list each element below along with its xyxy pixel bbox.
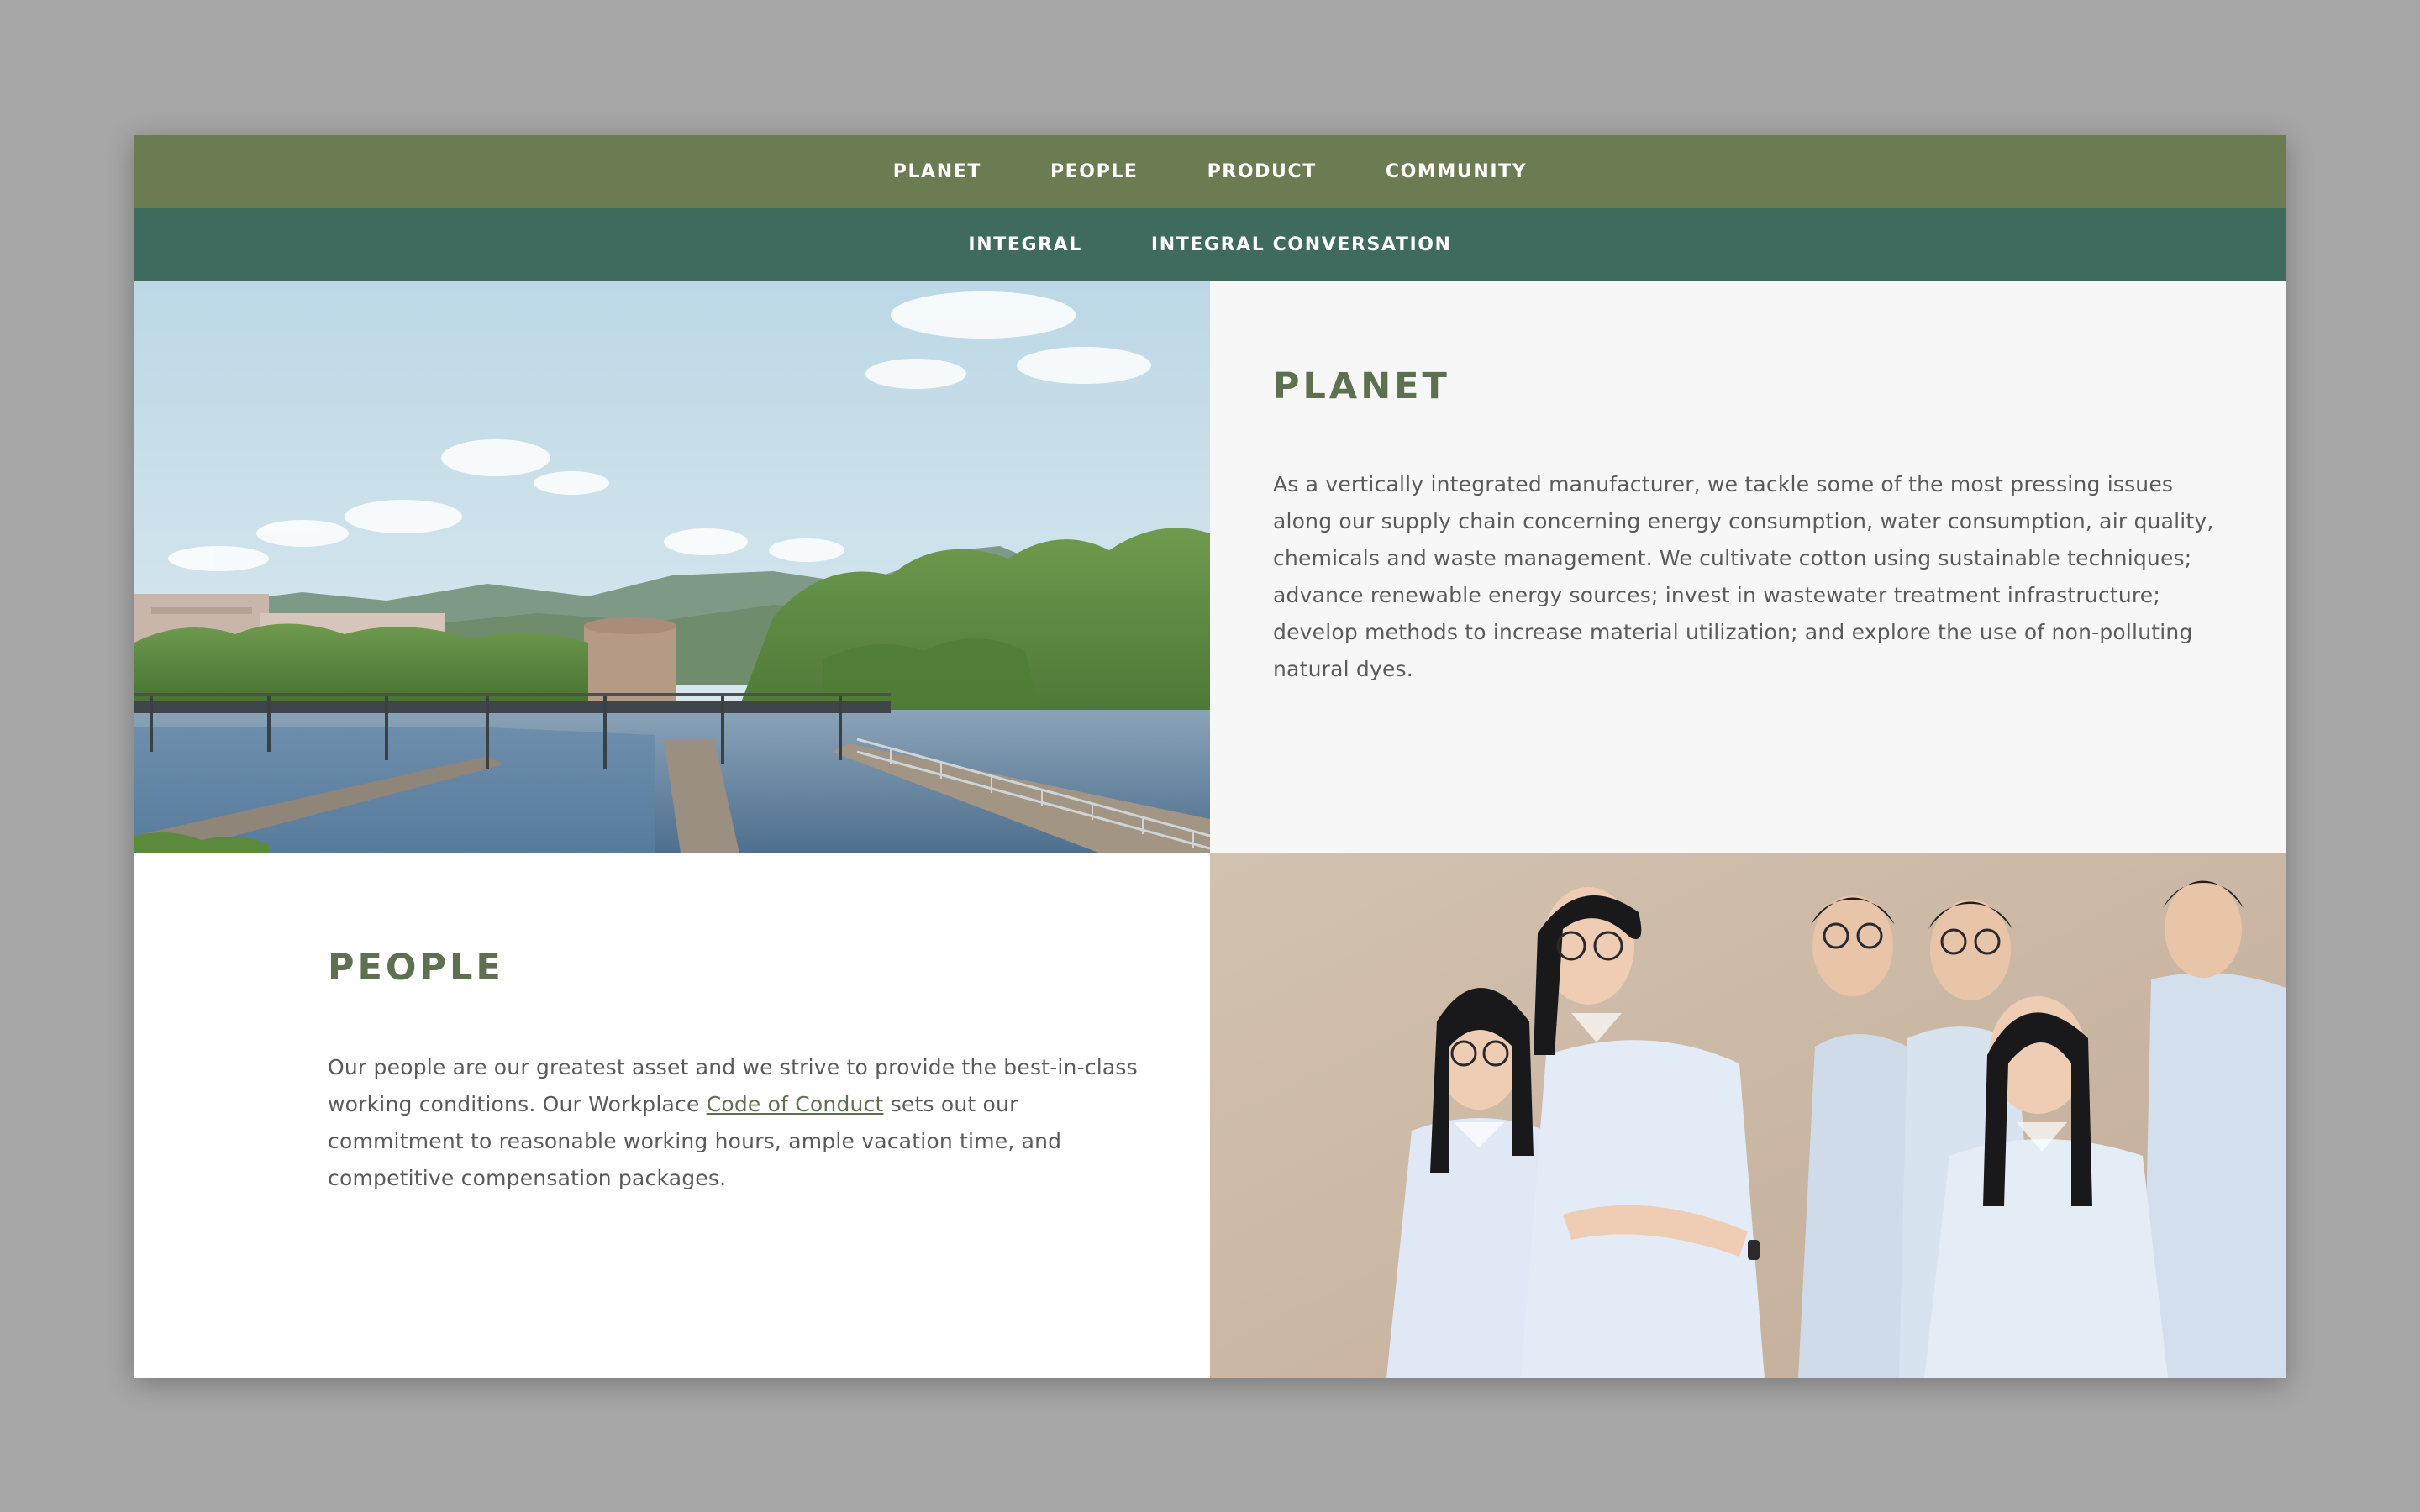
nav-link-people[interactable]: PEOPLE [1050, 161, 1139, 182]
planet-section: PLANET As a vertically integrated manufa… [1210, 281, 2286, 927]
nav-link-product[interactable]: PRODUCT [1207, 161, 1317, 182]
planet-heading: PLANET [1273, 365, 1450, 407]
people-photo [1210, 853, 2286, 1378]
nav-link-planet[interactable]: PLANET [893, 161, 981, 182]
nav-link-integral-conversation[interactable]: INTEGRAL CONVERSATION [1151, 234, 1452, 255]
nav-link-community[interactable]: COMMUNITY [1386, 161, 1527, 182]
code-of-conduct-link[interactable]: Code of Conduct [707, 1092, 884, 1116]
planet-description: As a vertically integrated manufacturer,… [1273, 472, 2214, 681]
people-heading: PEOPLE [328, 947, 504, 989]
people-description: Our people are our greatest asset and we… [328, 1049, 1160, 1197]
nav-link-integral[interactable]: INTEGRAL [968, 234, 1081, 255]
people-section: PEOPLE Our people are our greatest asset… [134, 853, 1210, 1378]
planet-photo [134, 281, 1210, 853]
secondary-nav: INTEGRAL INTEGRAL CONVERSATION [134, 208, 2286, 281]
primary-nav: PLANET PEOPLE PRODUCT COMMUNITY [134, 135, 2286, 208]
browser-page: PLANET PEOPLE PRODUCT COMMUNITY INTEGRAL… [134, 135, 2286, 1378]
